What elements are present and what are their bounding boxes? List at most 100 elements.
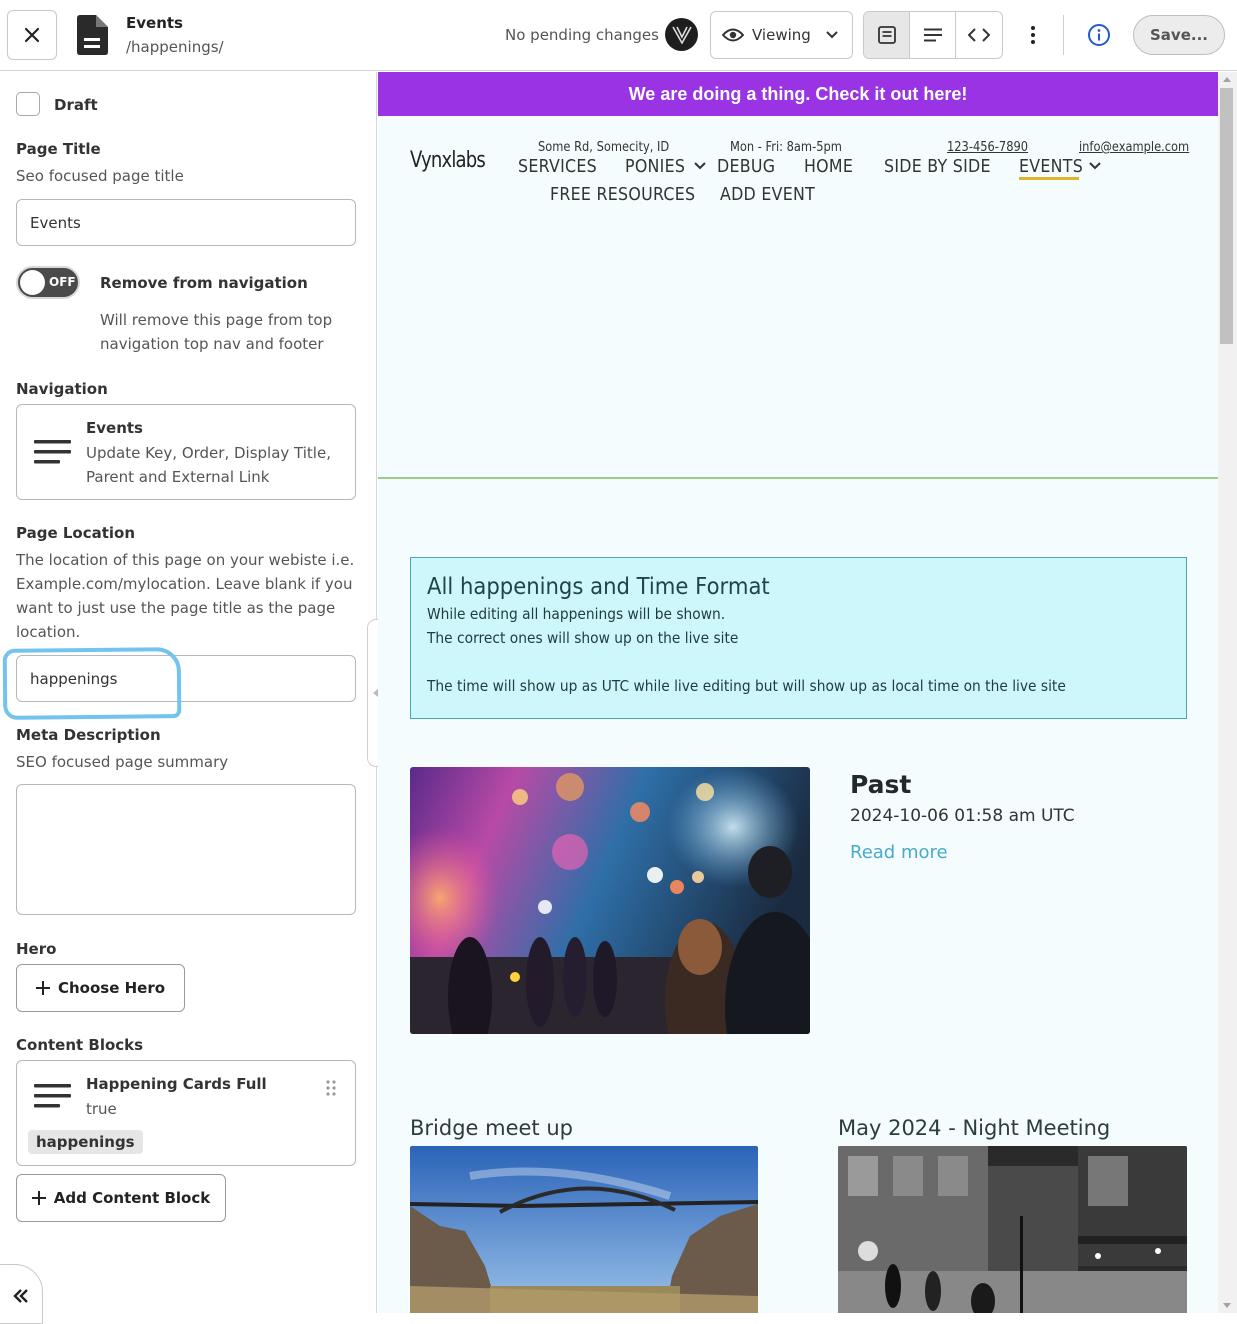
view-mode-label: Viewing — [752, 26, 811, 44]
scroll-down-arrow-icon[interactable] — [1223, 1303, 1231, 1308]
card-title-night-meeting[interactable]: May 2024 - Night Meeting — [838, 1116, 1110, 1140]
navigation-label: Navigation — [16, 380, 108, 398]
notice-title: All happenings and Time Format — [427, 574, 770, 600]
remove-nav-help-2: navigation top nav and footer — [100, 335, 324, 353]
site-address: Some Rd, Somecity, ID — [538, 140, 670, 155]
choose-hero-button[interactable]: Choose Hero — [16, 964, 185, 1012]
scroll-up-arrow-icon[interactable] — [1223, 77, 1231, 82]
remove-nav-toggle[interactable]: OFF — [16, 266, 80, 299]
site-email-link[interactable]: info@example.com — [1079, 140, 1189, 155]
event-date: 2024-10-06 01:58 am UTC — [850, 806, 1075, 826]
navigation-card-sub-1: Update Key, Order, Display Title, — [86, 444, 331, 462]
vynxlabs-logo-icon — [665, 18, 698, 51]
read-more-link[interactable]: Read more — [850, 842, 948, 863]
hero-label: Hero — [16, 940, 57, 958]
nav-home[interactable]: HOME — [804, 156, 853, 177]
eye-icon — [722, 28, 744, 42]
card-title-bridge[interactable]: Bridge meet up — [410, 1116, 573, 1140]
remove-nav-label: Remove from navigation — [100, 274, 308, 292]
content-block-tag: happenings — [28, 1130, 143, 1154]
content-blocks-label: Content Blocks — [16, 1036, 144, 1054]
navigation-card-sub-2: Parent and External Link — [86, 468, 270, 486]
toolbar-divider — [1063, 15, 1064, 55]
menu-icon — [34, 440, 71, 464]
nav-active-indicator — [1019, 177, 1079, 180]
notice-line-2: The correct ones will show up on the liv… — [427, 629, 739, 647]
site-brand[interactable]: Vynxlabs — [410, 148, 486, 173]
page-location-help-2: Example.com/mylocation. Leave blank if y… — [16, 575, 353, 593]
draft-checkbox[interactable] — [16, 92, 40, 116]
preview-scrollbar[interactable] — [1218, 72, 1237, 1313]
file-document-icon — [77, 15, 108, 55]
list-icon — [923, 28, 942, 42]
close-icon — [24, 27, 40, 43]
choose-hero-label: Choose Hero — [57, 979, 166, 997]
notice-line-3: The time will show up as UTC while live … — [427, 677, 1066, 695]
toggle-knob — [20, 270, 45, 295]
add-content-block-button[interactable]: Add Content Block — [16, 1174, 226, 1222]
nav-side-by-side[interactable]: SIDE BY SIDE — [884, 156, 991, 177]
page-title-input[interactable]: Events — [16, 199, 356, 246]
plus-icon — [31, 1191, 46, 1205]
editor-toolbar: Events /happenings/ No pending changes V… — [0, 0, 1237, 71]
page-location-help-1: The location of this page on your webist… — [16, 551, 355, 569]
nav-ponies[interactable]: PONIES — [625, 156, 685, 177]
navigation-card-title: Events — [86, 419, 143, 437]
section-divider — [378, 477, 1218, 479]
navigation-card[interactable]: Events Update Key, Order, Display Title,… — [16, 404, 356, 500]
page-path: /happenings/ — [126, 38, 224, 56]
code-view-button[interactable] — [956, 12, 1002, 58]
nav-free-resources[interactable]: FREE RESOURCES — [550, 184, 695, 205]
nav-events[interactable]: EVENTS — [1019, 156, 1083, 177]
chevron-down-icon[interactable] — [1089, 162, 1101, 170]
card-image-night-meeting[interactable] — [838, 1146, 1187, 1313]
draft-label: Draft — [54, 96, 98, 114]
site-hours: Mon - Fri: 8am-5pm — [730, 140, 842, 155]
add-content-block-label: Add Content Block — [53, 1189, 211, 1207]
list-view-button[interactable] — [910, 12, 956, 58]
site-phone-link[interactable]: 123-456-7890 — [947, 140, 1028, 155]
page-location-help-3: want to just use the page title as the p… — [16, 599, 336, 617]
nav-services[interactable]: SERVICES — [518, 156, 597, 177]
card-image-bridge[interactable] — [410, 1146, 758, 1313]
highlight-annotation — [2, 647, 182, 720]
layout-view-button[interactable] — [864, 12, 910, 58]
more-vertical-icon — [1031, 26, 1035, 44]
plus-icon — [35, 981, 50, 995]
nav-debug[interactable]: DEBUG — [717, 156, 775, 177]
nav-add-event[interactable]: ADD EVENT — [720, 184, 815, 205]
toggle-state: OFF — [49, 275, 76, 289]
remove-nav-help-1: Will remove this page from top — [100, 311, 333, 329]
close-button[interactable] — [7, 10, 57, 60]
pending-status: No pending changes — [505, 26, 659, 44]
chevron-down-icon[interactable] — [694, 162, 706, 170]
meta-description-textarea[interactable] — [16, 784, 356, 915]
layout-toggle-group — [863, 11, 1003, 59]
chevron-down-icon — [826, 31, 838, 39]
notice-line-1: While editing all happenings will be sho… — [427, 605, 726, 623]
page-title-label: Page Title — [16, 140, 101, 158]
event-title: Past — [850, 770, 912, 799]
page-location-help-4: location. — [16, 623, 81, 641]
scrollbar-thumb[interactable] — [1220, 88, 1233, 344]
site-preview: We are doing a thing. Check it out here!… — [378, 72, 1218, 1313]
code-icon — [968, 28, 990, 42]
view-mode-select[interactable]: Viewing — [710, 11, 853, 59]
editing-notice: All happenings and Time Format While edi… — [410, 557, 1187, 719]
event-image[interactable] — [410, 767, 810, 1034]
drag-handle-icon[interactable] — [326, 1080, 336, 1096]
page-settings-sidebar: Draft Page Title Seo focused page title … — [0, 72, 377, 1324]
more-options-button[interactable] — [1022, 22, 1044, 48]
double-chevron-left-icon — [12, 1289, 28, 1303]
info-icon[interactable] — [1087, 23, 1111, 47]
announcement-banner[interactable]: We are doing a thing. Check it out here! — [378, 72, 1218, 116]
content-block-title: Happening Cards Full — [86, 1075, 267, 1093]
content-block-value: true — [86, 1100, 117, 1118]
save-button[interactable]: Save... — [1133, 15, 1225, 55]
menu-icon — [34, 1084, 71, 1108]
page-title-help: Seo focused page title — [16, 167, 184, 185]
collapse-sidebar-button[interactable] — [0, 1264, 43, 1324]
meta-description-help: SEO focused page summary — [16, 753, 229, 771]
meta-description-label: Meta Description — [16, 726, 161, 744]
layout-icon — [877, 26, 896, 44]
